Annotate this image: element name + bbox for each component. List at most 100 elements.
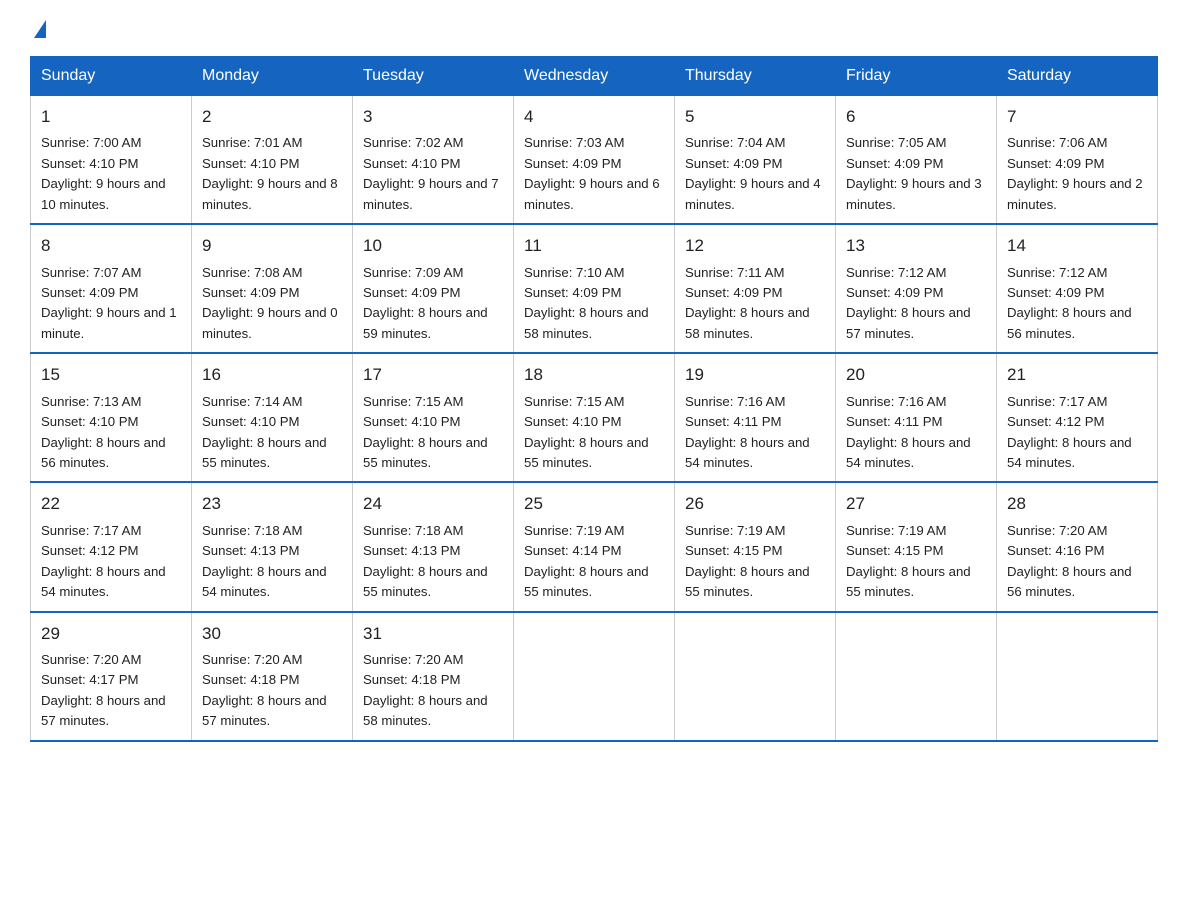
day-number: 13 [846,233,986,259]
table-row: 14 Sunrise: 7:12 AMSunset: 4:09 PMDayligh… [997,224,1158,353]
cell-content: Sunrise: 7:20 AMSunset: 4:18 PMDaylight:… [202,650,342,732]
table-row: 17 Sunrise: 7:15 AMSunset: 4:10 PMDayligh… [353,353,514,482]
day-number: 21 [1007,362,1147,388]
day-number: 31 [363,621,503,647]
calendar-header: SundayMondayTuesdayWednesdayThursdayFrid… [31,57,1158,96]
cell-content: Sunrise: 7:00 AMSunset: 4:10 PMDaylight:… [41,133,181,215]
cell-content: Sunrise: 7:18 AMSunset: 4:13 PMDaylight:… [202,521,342,603]
day-number: 24 [363,491,503,517]
cell-content: Sunrise: 7:18 AMSunset: 4:13 PMDaylight:… [363,521,503,603]
table-row [675,612,836,741]
table-row: 16 Sunrise: 7:14 AMSunset: 4:10 PMDayligh… [192,353,353,482]
cell-content: Sunrise: 7:13 AMSunset: 4:10 PMDaylight:… [41,392,181,474]
table-row: 4 Sunrise: 7:03 AMSunset: 4:09 PMDaylight… [514,96,675,225]
week-row-4: 22Sunrise: 7:17 AMSunset: 4:12 PMDayligh… [31,482,1158,611]
day-number: 15 [41,362,181,388]
day-number: 30 [202,621,342,647]
table-row: 27 Sunrise: 7:19 AMSunset: 4:15 PMDayligh… [836,482,997,611]
table-row: 28 Sunrise: 7:20 AMSunset: 4:16 PMDayligh… [997,482,1158,611]
header-friday: Friday [836,57,997,96]
day-number: 7 [1007,104,1147,130]
cell-content: Sunrise: 7:19 AMSunset: 4:15 PMDaylight:… [685,521,825,603]
day-number: 9 [202,233,342,259]
cell-content: Sunrise: 7:07 AMSunset: 4:09 PMDaylight:… [41,263,181,345]
day-number: 17 [363,362,503,388]
table-row: 25 Sunrise: 7:19 AMSunset: 4:14 PMDayligh… [514,482,675,611]
table-row: 3 Sunrise: 7:02 AMSunset: 4:10 PMDaylight… [353,96,514,225]
day-number: 2 [202,104,342,130]
table-row: 1 Sunrise: 7:00 AMSunset: 4:10 PMDaylight… [31,96,192,225]
cell-content: Sunrise: 7:20 AMSunset: 4:17 PMDaylight:… [41,650,181,732]
header-thursday: Thursday [675,57,836,96]
day-number: 6 [846,104,986,130]
day-number: 16 [202,362,342,388]
header-row: SundayMondayTuesdayWednesdayThursdayFrid… [31,57,1158,96]
cell-content: Sunrise: 7:04 AMSunset: 4:09 PMDaylight:… [685,133,825,215]
cell-content: Sunrise: 7:19 AMSunset: 4:14 PMDaylight:… [524,521,664,603]
cell-content: Sunrise: 7:03 AMSunset: 4:09 PMDaylight:… [524,133,664,215]
day-number: 25 [524,491,664,517]
table-row: 8 Sunrise: 7:07 AMSunset: 4:09 PMDaylight… [31,224,192,353]
table-row: 24 Sunrise: 7:18 AMSunset: 4:13 PMDayligh… [353,482,514,611]
table-row [997,612,1158,741]
cell-content: Sunrise: 7:06 AMSunset: 4:09 PMDaylight:… [1007,133,1147,215]
cell-content: Sunrise: 7:02 AMSunset: 4:10 PMDaylight:… [363,133,503,215]
cell-content: Sunrise: 7:09 AMSunset: 4:09 PMDaylight:… [363,263,503,345]
table-row [836,612,997,741]
header-saturday: Saturday [997,57,1158,96]
header-sunday: Sunday [31,57,192,96]
header-tuesday: Tuesday [353,57,514,96]
table-row: 2 Sunrise: 7:01 AMSunset: 4:10 PMDaylight… [192,96,353,225]
day-number: 4 [524,104,664,130]
week-row-2: 8 Sunrise: 7:07 AMSunset: 4:09 PMDaylight… [31,224,1158,353]
cell-content: Sunrise: 7:17 AMSunset: 4:12 PMDaylight:… [1007,392,1147,474]
table-row: 11 Sunrise: 7:10 AMSunset: 4:09 PMDayligh… [514,224,675,353]
table-row [514,612,675,741]
table-row: 31 Sunrise: 7:20 AMSunset: 4:18 PMDayligh… [353,612,514,741]
day-number: 12 [685,233,825,259]
cell-content: Sunrise: 7:10 AMSunset: 4:09 PMDaylight:… [524,263,664,345]
table-row: 21 Sunrise: 7:17 AMSunset: 4:12 PMDayligh… [997,353,1158,482]
table-row: 9 Sunrise: 7:08 AMSunset: 4:09 PMDaylight… [192,224,353,353]
page-header [30,20,1158,38]
cell-content: Sunrise: 7:20 AMSunset: 4:18 PMDaylight:… [363,650,503,732]
table-row: 6 Sunrise: 7:05 AMSunset: 4:09 PMDaylight… [836,96,997,225]
day-number: 11 [524,233,664,259]
cell-content: Sunrise: 7:05 AMSunset: 4:09 PMDaylight:… [846,133,986,215]
cell-content: Sunrise: 7:11 AMSunset: 4:09 PMDaylight:… [685,263,825,345]
table-row: 26 Sunrise: 7:19 AMSunset: 4:15 PMDayligh… [675,482,836,611]
cell-content: Sunrise: 7:08 AMSunset: 4:09 PMDaylight:… [202,263,342,345]
day-number: 29 [41,621,181,647]
table-row: 13Sunrise: 7:12 AMSunset: 4:09 PMDayligh… [836,224,997,353]
table-row: 22Sunrise: 7:17 AMSunset: 4:12 PMDayligh… [31,482,192,611]
week-row-1: 1 Sunrise: 7:00 AMSunset: 4:10 PMDaylight… [31,96,1158,225]
day-number: 5 [685,104,825,130]
cell-content: Sunrise: 7:12 AMSunset: 4:09 PMDaylight:… [1007,263,1147,345]
day-number: 27 [846,491,986,517]
week-row-5: 29 Sunrise: 7:20 AMSunset: 4:17 PMDayligh… [31,612,1158,741]
cell-content: Sunrise: 7:16 AMSunset: 4:11 PMDaylight:… [685,392,825,474]
table-row: 29 Sunrise: 7:20 AMSunset: 4:17 PMDayligh… [31,612,192,741]
table-row: 23Sunrise: 7:18 AMSunset: 4:13 PMDayligh… [192,482,353,611]
table-row: 12 Sunrise: 7:11 AMSunset: 4:09 PMDayligh… [675,224,836,353]
day-number: 1 [41,104,181,130]
day-number: 18 [524,362,664,388]
day-number: 19 [685,362,825,388]
table-row: 10Sunrise: 7:09 AMSunset: 4:09 PMDayligh… [353,224,514,353]
cell-content: Sunrise: 7:19 AMSunset: 4:15 PMDaylight:… [846,521,986,603]
day-number: 28 [1007,491,1147,517]
day-number: 3 [363,104,503,130]
cell-content: Sunrise: 7:20 AMSunset: 4:16 PMDaylight:… [1007,521,1147,603]
header-wednesday: Wednesday [514,57,675,96]
logo [30,20,46,38]
calendar-body: 1 Sunrise: 7:00 AMSunset: 4:10 PMDaylight… [31,96,1158,741]
week-row-3: 15 Sunrise: 7:13 AMSunset: 4:10 PMDayligh… [31,353,1158,482]
cell-content: Sunrise: 7:01 AMSunset: 4:10 PMDaylight:… [202,133,342,215]
day-number: 8 [41,233,181,259]
day-number: 26 [685,491,825,517]
day-number: 14 [1007,233,1147,259]
cell-content: Sunrise: 7:15 AMSunset: 4:10 PMDaylight:… [524,392,664,474]
cell-content: Sunrise: 7:15 AMSunset: 4:10 PMDaylight:… [363,392,503,474]
table-row: 7 Sunrise: 7:06 AMSunset: 4:09 PMDaylight… [997,96,1158,225]
cell-content: Sunrise: 7:14 AMSunset: 4:10 PMDaylight:… [202,392,342,474]
